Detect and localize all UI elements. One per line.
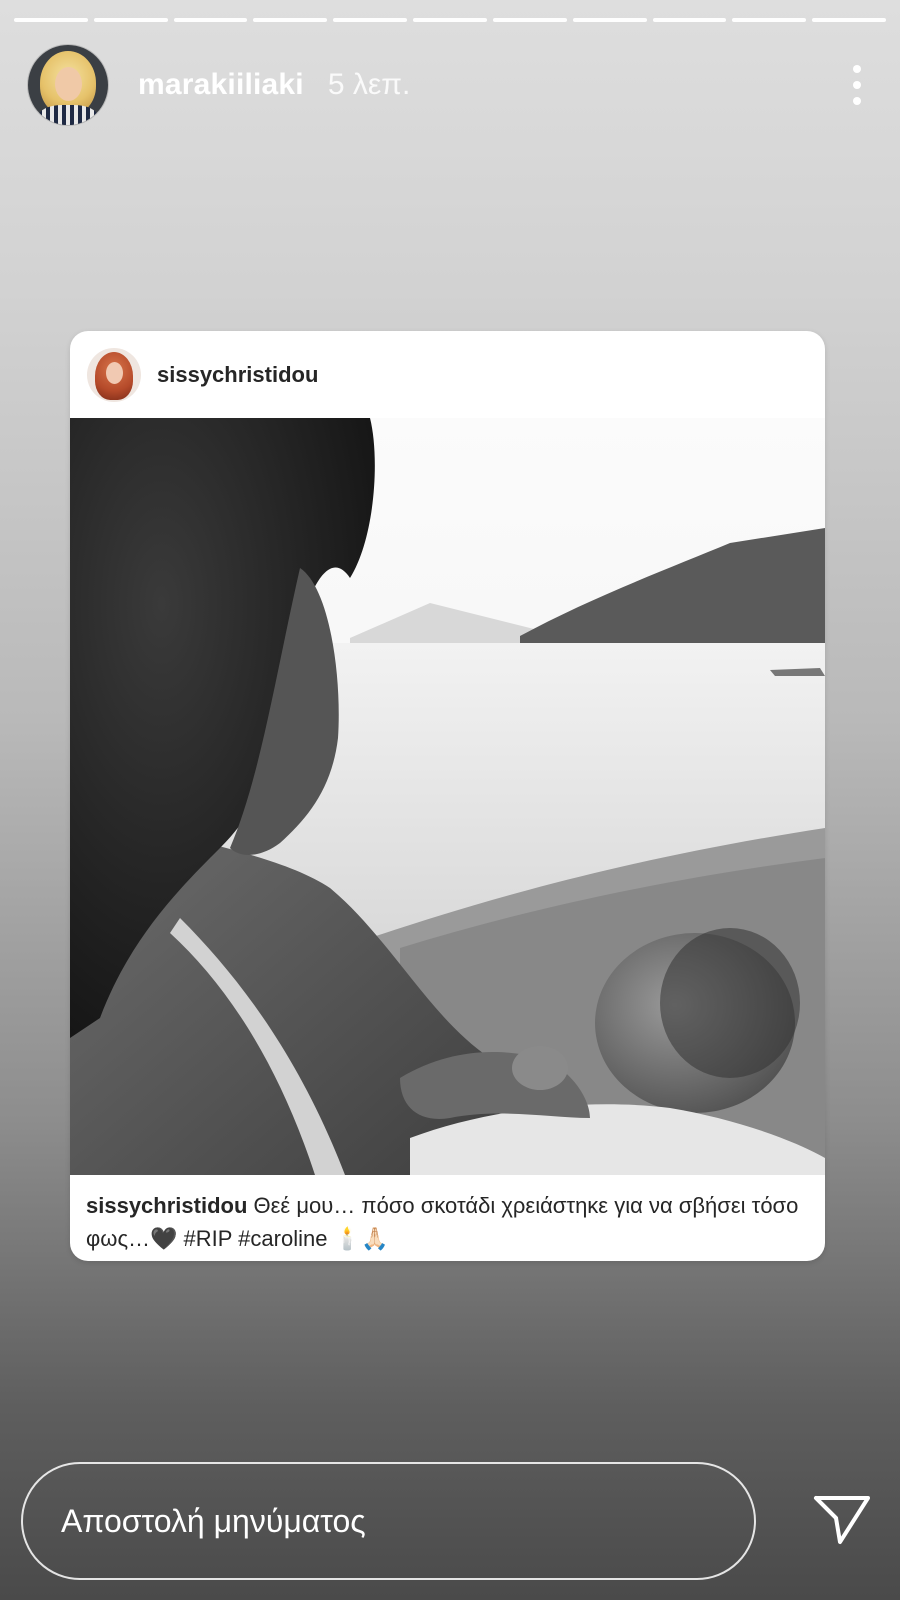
progress-segment	[93, 18, 168, 22]
story-avatar[interactable]	[28, 45, 108, 125]
send-icon[interactable]	[812, 1492, 872, 1548]
send-message-placeholder: Αποστολή μηνύματος	[61, 1502, 366, 1539]
story-timestamp: 5 λεπ.	[327, 68, 411, 101]
progress-segment	[492, 18, 567, 22]
progress-segment	[572, 18, 647, 22]
progress-segment	[652, 18, 727, 22]
progress-segment	[812, 18, 886, 22]
progress-segment	[732, 18, 807, 22]
progress-segment	[333, 18, 408, 22]
more-options-icon[interactable]	[842, 60, 872, 110]
story-header: marakiiliaki 5 λεπ.	[28, 44, 872, 126]
shared-post-photo	[70, 418, 825, 1175]
send-message-input[interactable]: Αποστολή μηνύματος	[21, 1462, 756, 1580]
progress-segment	[253, 18, 328, 22]
caption-username: sissychristidou	[86, 1193, 248, 1218]
shared-post-caption: sissychristidou Θεέ μου… πόσο σκοτάδι χρ…	[70, 1175, 825, 1255]
story-username[interactable]: marakiiliaki	[138, 68, 304, 102]
story-progress-bar	[14, 18, 886, 22]
shared-post-avatar	[87, 347, 141, 402]
shared-post-card[interactable]: sissychristidou sissychristidou Θεέ μου……	[70, 331, 825, 1261]
progress-segment	[173, 18, 248, 22]
progress-segment	[14, 18, 88, 22]
shared-post-username: sissychristidou	[157, 361, 319, 387]
shared-post-header: sissychristidou	[70, 331, 825, 418]
progress-segment	[413, 18, 487, 22]
